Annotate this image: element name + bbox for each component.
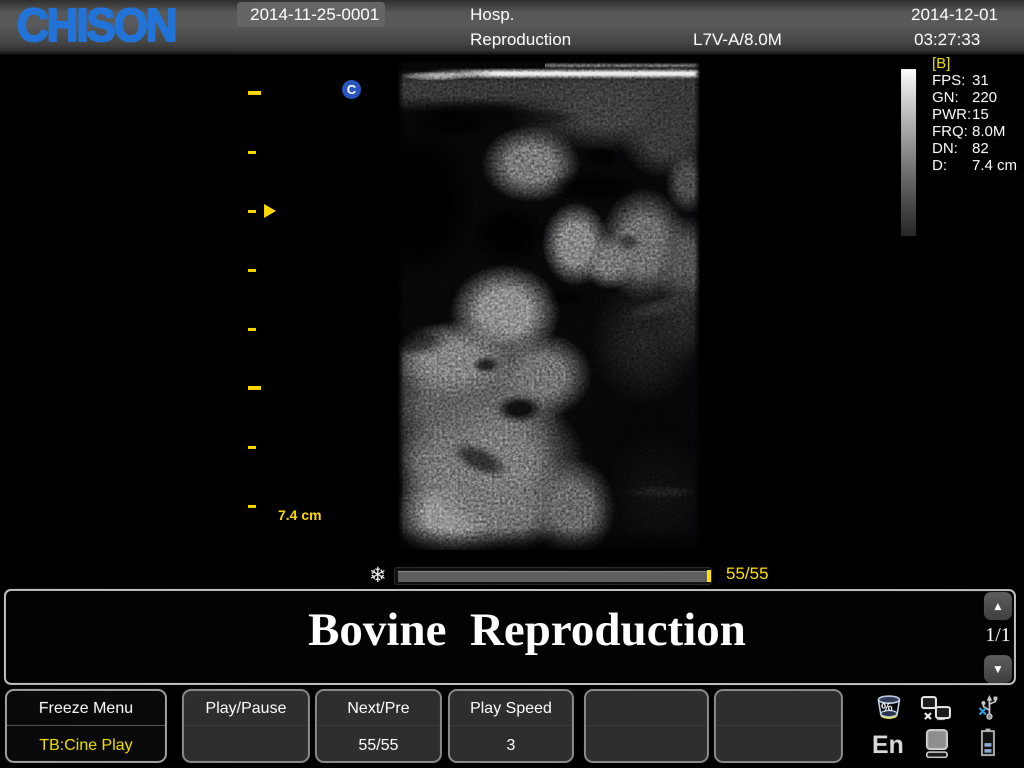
svg-text:%: % [880, 700, 893, 715]
